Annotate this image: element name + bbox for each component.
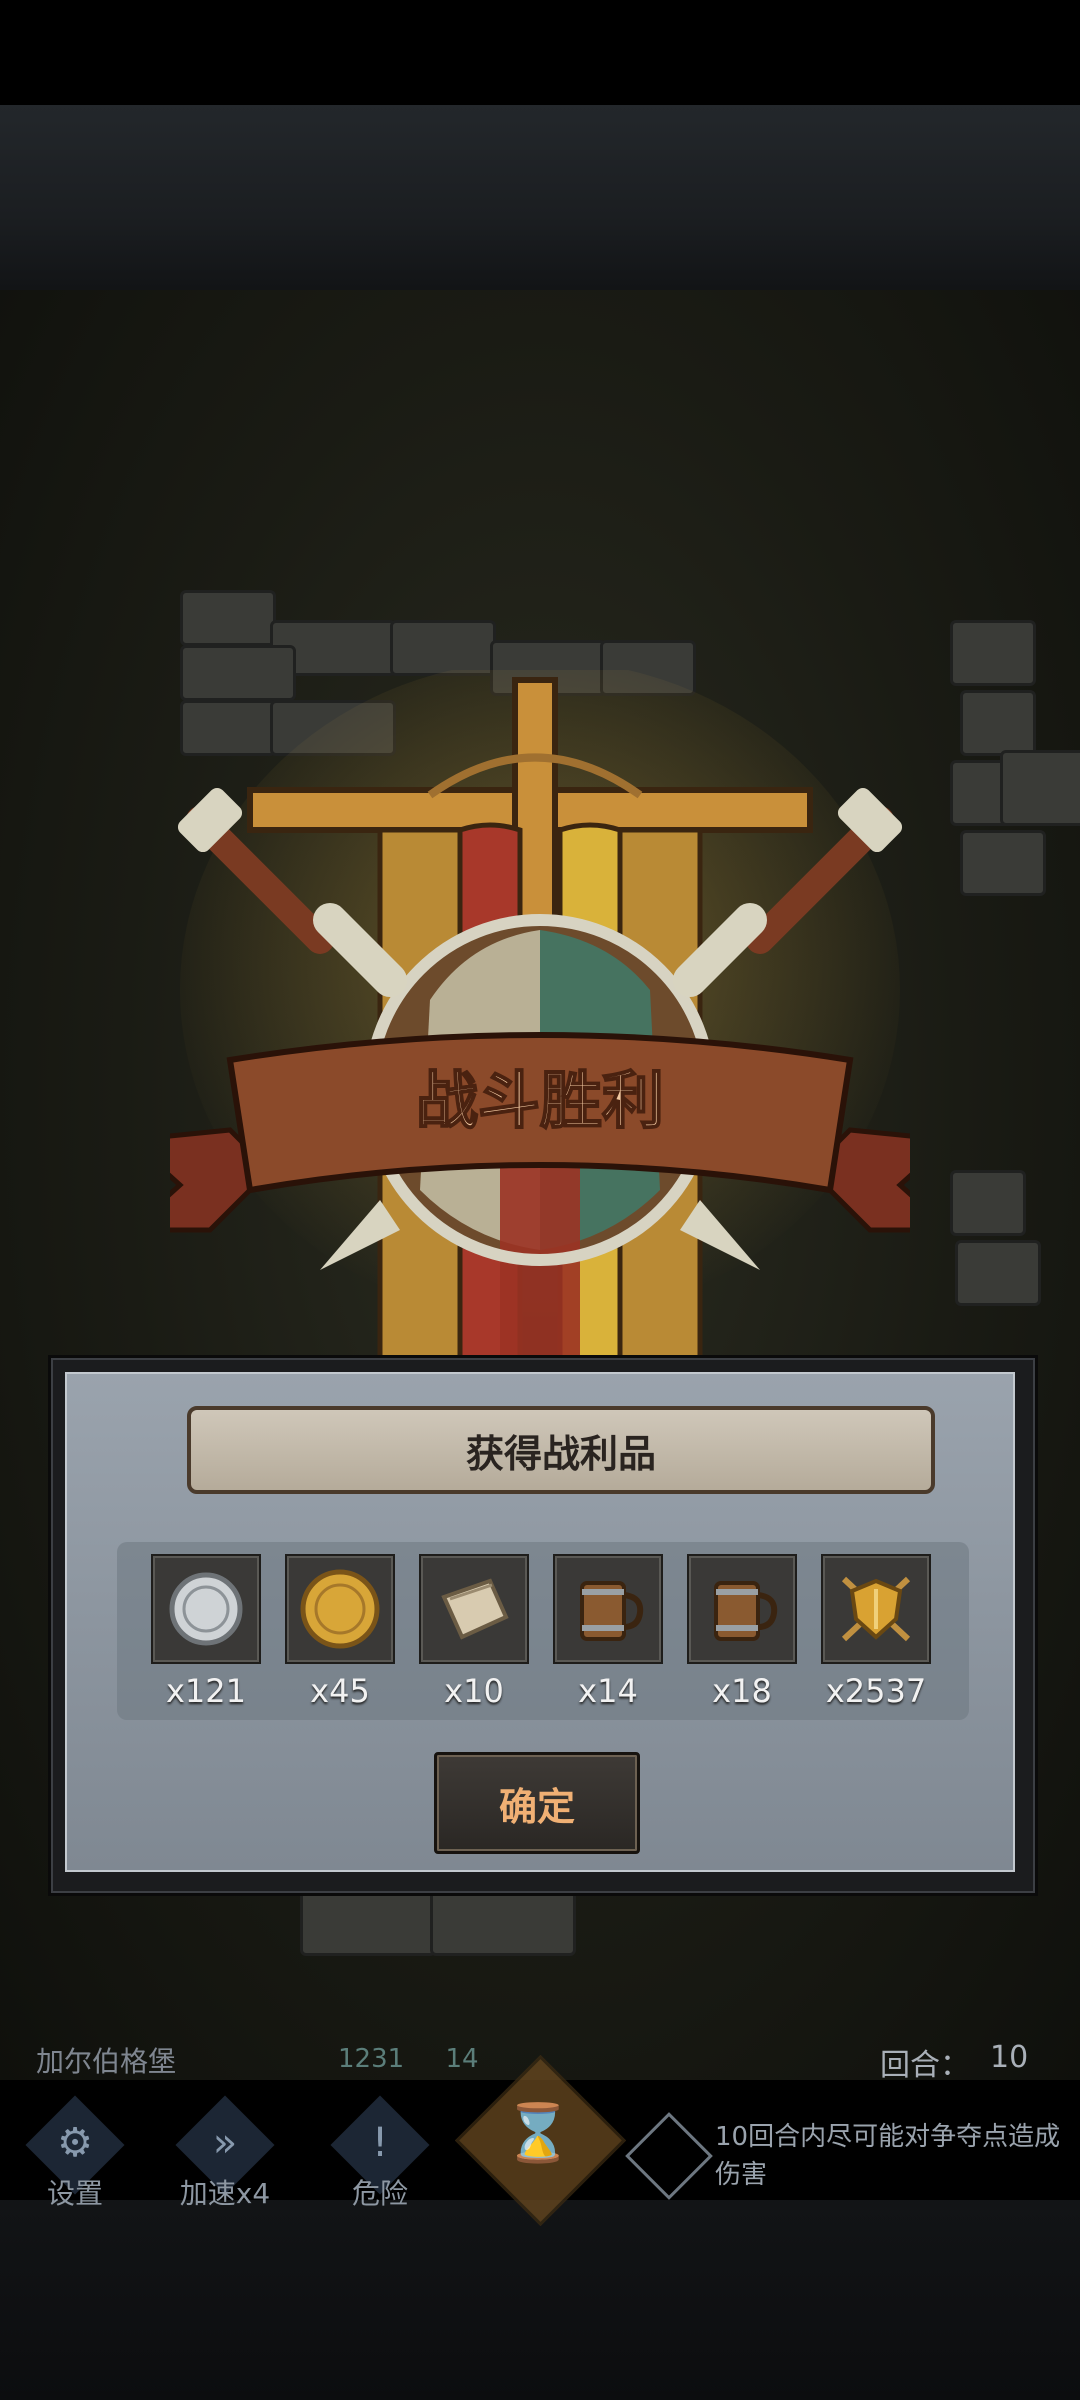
score-text: 1231 14 bbox=[338, 2044, 479, 2074]
shield-emblem-icon bbox=[821, 1554, 931, 1664]
bottom-bar bbox=[0, 2200, 1080, 2400]
loot-item-count: x2537 bbox=[825, 1672, 927, 1710]
fast-forward-icon: » bbox=[212, 2120, 238, 2166]
confirm-button[interactable]: 确定 bbox=[434, 1752, 640, 1854]
header-band bbox=[0, 105, 1080, 290]
loot-item-count: x121 bbox=[165, 1672, 246, 1710]
round-label: 回合： bbox=[880, 2048, 970, 2083]
loot-item[interactable]: x14 bbox=[553, 1554, 663, 1710]
loot-header-title: 获得战利品 bbox=[465, 1431, 656, 1476]
loot-dialog: 获得战利品 x121 x45 x10 x14 x18 x2537 确定 bbox=[48, 1355, 1038, 1896]
confirm-button-label: 确定 bbox=[498, 1784, 575, 1829]
mug-icon bbox=[687, 1554, 797, 1664]
loot-item[interactable]: x2537 bbox=[821, 1554, 931, 1710]
speed-button[interactable]: » 加速x4 bbox=[170, 2095, 290, 2210]
danger-label: 危险 bbox=[351, 2177, 408, 2210]
silver-coin-icon bbox=[151, 1554, 261, 1664]
round-value: 10 bbox=[990, 2040, 1029, 2075]
mug-icon bbox=[553, 1554, 663, 1664]
danger-button[interactable]: ! 危险 bbox=[325, 2095, 445, 2210]
settings-label: 设置 bbox=[46, 2177, 103, 2210]
loot-item[interactable]: x18 bbox=[687, 1554, 797, 1710]
loot-item-count: x45 bbox=[310, 1672, 370, 1710]
gear-icon: ⚙ bbox=[57, 2120, 93, 2166]
loot-item[interactable]: x121 bbox=[151, 1554, 261, 1710]
loot-item-count: x18 bbox=[712, 1672, 772, 1710]
objective-icon bbox=[625, 2112, 713, 2200]
loot-item-count: x10 bbox=[444, 1672, 504, 1710]
score-value: 1231 bbox=[338, 2044, 405, 2074]
exclamation-icon: ! bbox=[371, 2120, 389, 2166]
speed-label: 加速x4 bbox=[179, 2177, 271, 2210]
gold-coin-icon bbox=[285, 1554, 395, 1664]
loot-item[interactable]: x10 bbox=[419, 1554, 529, 1710]
settings-button[interactable]: ⚙ 设置 bbox=[20, 2095, 140, 2210]
hourglass-icon: ⌛ bbox=[503, 2101, 573, 2166]
victory-emblem: 战斗胜利 bbox=[170, 670, 910, 1363]
score-small: 14 bbox=[445, 2044, 479, 2074]
loot-item[interactable]: x45 bbox=[285, 1554, 395, 1710]
objective-hint: 10回合内尽可能对争夺点造成伤害 bbox=[715, 2122, 1061, 2190]
loot-dialog-body: 获得战利品 x121 x45 x10 x14 x18 x2537 确定 bbox=[65, 1372, 1015, 1872]
location-name: 加尔伯格堡 bbox=[36, 2045, 177, 2078]
scroll-icon bbox=[419, 1554, 529, 1664]
top-bar bbox=[0, 0, 1080, 105]
victory-title: 战斗胜利 bbox=[416, 1064, 664, 1137]
loot-header: 获得战利品 bbox=[187, 1406, 935, 1494]
loot-item-count: x14 bbox=[578, 1672, 638, 1710]
